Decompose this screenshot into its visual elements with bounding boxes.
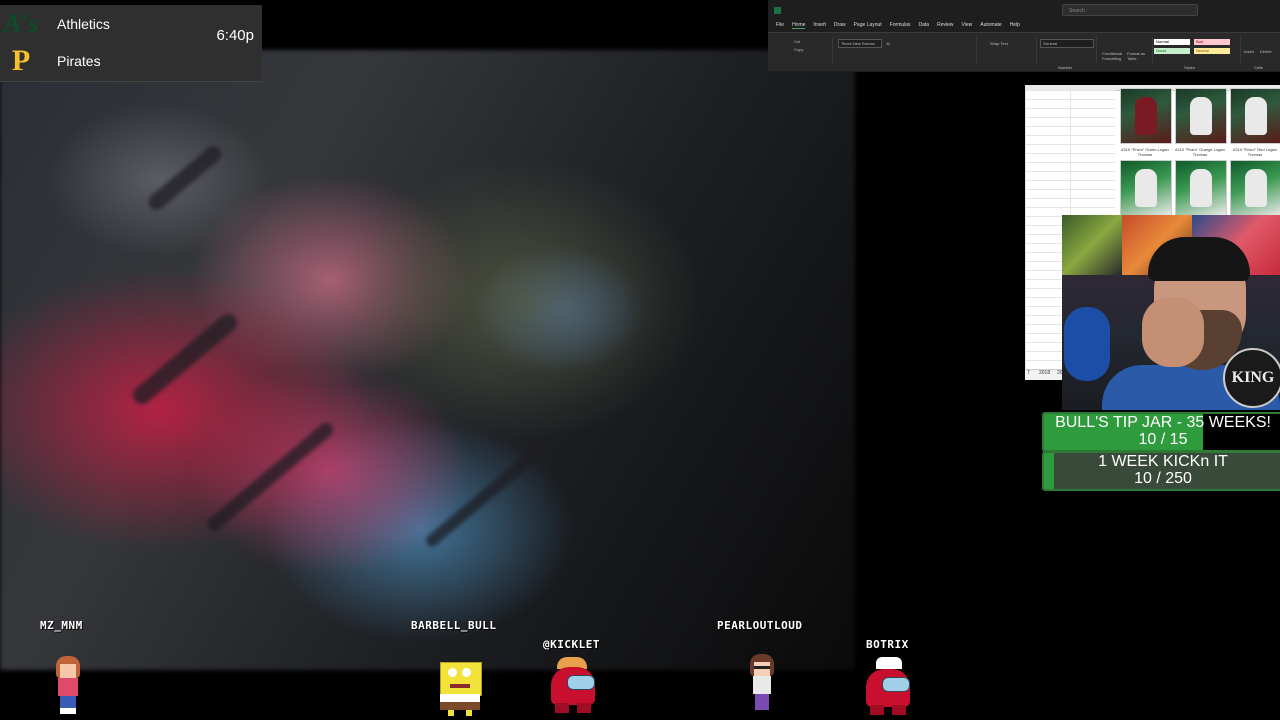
styles-group: Normal Bad Good Neutral Styles — [1154, 37, 1241, 70]
girl-sprite-icon — [52, 656, 84, 716]
copy-button[interactable]: Copy — [794, 47, 803, 52]
format-as-table-button[interactable]: Format as Table — [1127, 51, 1149, 61]
cells-group: Insert Delete Cells — [1242, 37, 1280, 70]
card-image — [1230, 88, 1280, 144]
goal-title: 1 WEEK KICKn IT — [1098, 453, 1228, 470]
search-input[interactable]: Search — [1062, 4, 1198, 16]
spongebob-sprite-icon — [440, 662, 482, 716]
menu-help[interactable]: Help — [1010, 22, 1020, 28]
alignment-group: Wrap Text — [980, 37, 1037, 63]
chatter-name: BOTRIX — [866, 638, 909, 651]
card-caption: #210 "Prizm" Orange Logan Thomas — [1175, 147, 1225, 157]
team-row-home: P Pirates — [0, 43, 200, 79]
goal-progress: 10 / 15 — [1138, 431, 1188, 448]
card-image — [1175, 160, 1227, 216]
menu-file[interactable]: File — [776, 22, 784, 28]
menu-home[interactable]: Home — [792, 22, 806, 29]
card-caption: #210 "Prizm" Green Logan Thomas — [1121, 147, 1169, 157]
team-row-away: A's Athletics — [0, 6, 200, 42]
insert-button[interactable]: Insert — [1244, 49, 1254, 54]
chatter-name: @KICKLET — [543, 638, 600, 651]
excel-icon — [774, 6, 781, 14]
style-normal[interactable]: Normal — [1154, 39, 1190, 45]
cells-group-label: Cells — [1254, 65, 1263, 70]
goal-bar-kickn-it: 1 WEEK KICKn IT 10 / 250 — [1042, 451, 1280, 491]
card-image — [1120, 160, 1172, 216]
chatter-name: BARBELL_BULL — [411, 619, 497, 632]
goal-progress: 10 / 250 — [1134, 470, 1192, 487]
team-name: Athletics — [57, 16, 110, 32]
card-image — [1120, 88, 1172, 144]
clipboard-group: Cut Copy — [774, 37, 833, 63]
pirates-logo-icon: P — [11, 44, 31, 77]
wrap-text-button[interactable]: Wrap Text — [990, 41, 1008, 46]
menu-automate[interactable]: Automate — [980, 22, 1001, 28]
conditional-formatting-button[interactable]: Conditional Formatting — [1102, 51, 1124, 61]
menu-view[interactable]: View — [962, 22, 973, 28]
styles-group-label: Styles — [1184, 65, 1195, 70]
menu-review[interactable]: Review — [937, 22, 953, 28]
excel-menu-bar: File Home Insert Draw Page Layout Formul… — [768, 20, 1280, 30]
font-select[interactable]: Times New Roman — [841, 41, 875, 46]
number-format-select[interactable]: General — [1043, 41, 1057, 46]
card-caption: #210 "Prizm" Red Logan Thomas — [1233, 147, 1277, 157]
style-bad[interactable]: Bad — [1194, 39, 1230, 45]
menu-data[interactable]: Data — [919, 22, 930, 28]
crewmate-chef-sprite-icon — [866, 657, 912, 717]
chatter-name: MZ_MNM — [40, 619, 83, 632]
font-group: Times New Roman 11 — [836, 37, 977, 63]
game-time: 6:40p — [216, 27, 254, 44]
table-format-group: Conditional Formatting Format as Table — [1100, 37, 1153, 63]
sheet-tab[interactable]: 2018 — [1039, 370, 1050, 376]
mascot-toy — [1064, 307, 1110, 381]
crewmate-sprite-icon — [551, 657, 597, 715]
style-good[interactable]: Good — [1154, 48, 1190, 54]
king-logo-badge: KING — [1223, 348, 1280, 408]
goal-bar-tip-jar: BULL'S TIP JAR - 35 WEEKS! 10 / 15 — [1042, 412, 1280, 452]
font-size-select[interactable]: 11 — [886, 41, 890, 46]
menu-draw[interactable]: Draw — [834, 22, 846, 28]
menu-formulas[interactable]: Formulas — [890, 22, 911, 28]
excel-titlebar — [768, 0, 1280, 20]
goal-title: BULL'S TIP JAR - 35 WEEKS! — [1055, 414, 1271, 431]
card-image — [1175, 88, 1227, 144]
scoreboard: A's Athletics P Pirates 6:40p — [0, 5, 262, 82]
stream-video — [0, 50, 855, 670]
team-name: Pirates — [57, 53, 101, 69]
number-group-label: Number — [1058, 65, 1073, 70]
menu-insert[interactable]: Insert — [813, 22, 826, 28]
delete-button[interactable]: Delete — [1260, 49, 1272, 54]
style-neutral[interactable]: Neutral — [1194, 48, 1230, 54]
excel-ribbon: Cut Copy Times New Roman 11 Wrap Text Ge… — [768, 32, 1280, 71]
number-group: General Number — [1040, 37, 1097, 70]
menu-page-layout[interactable]: Page Layout — [854, 22, 882, 28]
sheet-tab[interactable]: 7 — [1027, 370, 1030, 376]
girl-glasses-sprite-icon — [748, 654, 776, 716]
chatter-name: PEARLOUTLOUD — [717, 619, 803, 632]
card-image — [1230, 160, 1280, 216]
athletics-logo-icon: A's — [3, 9, 39, 38]
excel-window: Search File Home Insert Draw Page Layout… — [768, 0, 1280, 72]
cut-button[interactable]: Cut — [794, 39, 800, 44]
